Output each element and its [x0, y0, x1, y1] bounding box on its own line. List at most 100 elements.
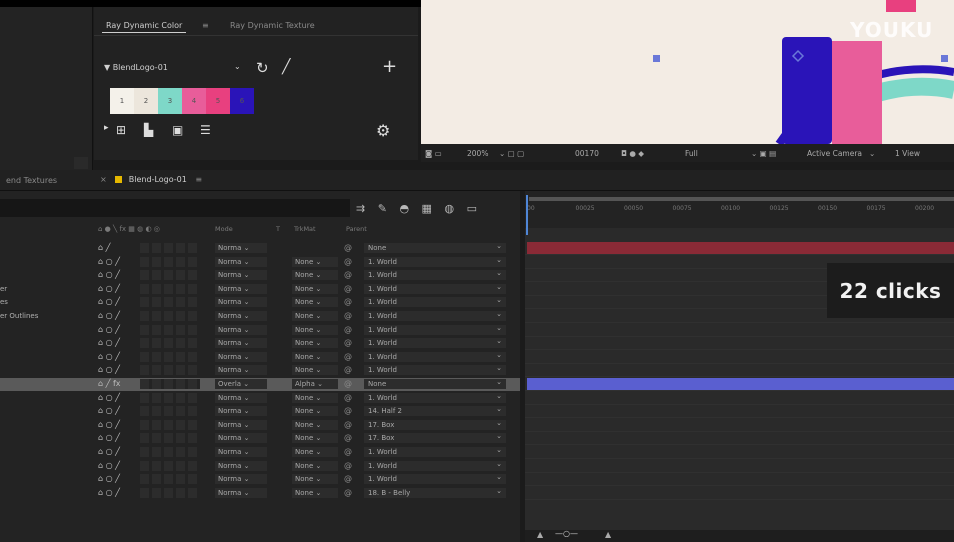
trkmat-select[interactable]: None ⌄ [292, 406, 338, 417]
tab-menu-icon[interactable]: ≡ [202, 21, 209, 30]
layer-switches[interactable]: ⌂ ○ ╱ [98, 352, 120, 361]
blend-mode-select[interactable]: Norma ⌄ [215, 460, 267, 471]
camera-chevron-icon[interactable]: ⌄ [869, 149, 875, 158]
region-icons[interactable]: ⌄ ▣ ▤ [751, 149, 776, 158]
track-row[interactable] [525, 460, 954, 473]
layer-row[interactable]: ⌂ ○ ╱ Norma ⌄ None ⌄ @17. Box [0, 431, 520, 445]
layer-switches[interactable]: ⌂ ○ ╱ [98, 365, 120, 374]
layer-switch-boxes[interactable] [140, 379, 200, 389]
parent-select[interactable]: 1. World [364, 268, 506, 281]
parent-select[interactable]: 17. Box [364, 418, 506, 430]
pick-whip-icon[interactable]: @ [344, 393, 352, 402]
trkmat-select[interactable]: None ⌄ [292, 297, 338, 308]
track-row[interactable] [525, 242, 954, 255]
blend-mode-select[interactable]: Norma ⌄ [215, 406, 267, 417]
layer-switches[interactable]: ⌂ ○ ╱ [98, 433, 120, 442]
layer-duration-bar[interactable] [527, 242, 954, 254]
track-row[interactable] [525, 432, 954, 446]
layer-row[interactable]: ⌂ ○ ╱ Norma ⌄ None ⌄ @1. World [0, 336, 520, 350]
layer-switch-boxes[interactable] [140, 311, 200, 321]
trkmat-select[interactable]: None ⌄ [292, 324, 338, 335]
trkmat-select[interactable]: None ⌄ [292, 365, 338, 376]
track-row[interactable] [525, 473, 954, 487]
timeline-zoom-slider[interactable]: ▲ —○— ▲ [525, 529, 954, 542]
resolution-select[interactable]: Full [685, 149, 698, 158]
layer-row[interactable]: ⌂ ○ ╱ Norma ⌄ None ⌄ @1. World [0, 445, 520, 459]
blend-mode-select[interactable]: Norma ⌄ [215, 243, 267, 253]
trkmat-select[interactable]: None ⌄ [292, 447, 338, 457]
zoom-handle[interactable]: —○— [555, 529, 578, 538]
search-input[interactable] [0, 199, 350, 217]
layer-name[interactable]: er [0, 285, 7, 293]
parent-select[interactable]: 1. World [364, 445, 506, 457]
layer-switches[interactable]: ⌂ ○ ╱ [98, 297, 120, 306]
parent-select[interactable]: 1. World [364, 323, 506, 335]
layer-switches[interactable]: ⌂ ○ ╱ [98, 393, 120, 402]
pick-whip-icon[interactable]: @ [344, 379, 352, 388]
layer-switches[interactable]: ⌂ ○ ╱ [98, 311, 120, 320]
track-row[interactable] [525, 446, 954, 459]
layer-switch-boxes[interactable] [140, 243, 200, 253]
layer-switches[interactable]: ⌂ ○ ╱ [98, 406, 120, 415]
close-icon[interactable]: × [100, 175, 107, 184]
layer-switches[interactable]: ⌂ ○ ╱ [98, 447, 120, 456]
layer-switch-boxes[interactable] [140, 460, 200, 471]
parent-select[interactable]: None [364, 241, 506, 253]
layer-switch-boxes[interactable] [140, 256, 200, 267]
layers-icon[interactable]: ▙ [144, 123, 153, 137]
layer-switches[interactable]: ⌂ ○ ╱ [98, 338, 120, 347]
blend-mode-select[interactable]: Norma ⌄ [215, 283, 267, 294]
layer-switch-boxes[interactable] [140, 351, 200, 362]
blend-mode-select[interactable]: Norma ⌄ [215, 447, 267, 457]
blend-mode-select[interactable]: Norma ⌄ [215, 297, 267, 308]
color-swatch[interactable]: 5 [206, 88, 230, 114]
pen-icon[interactable]: ╱ [282, 59, 290, 75]
layer-switches[interactable]: ⌂ ○ ╱ [98, 420, 120, 429]
refresh-icon[interactable]: ↻ [256, 59, 269, 77]
layer-row[interactable]: ⌂ ○ ╱ Norma ⌄ None ⌄ @1. World [0, 350, 520, 364]
layer-switch-boxes[interactable] [140, 474, 200, 485]
color-swatch[interactable]: 4 [182, 88, 206, 114]
parent-select[interactable]: 18. B - Belly [364, 486, 506, 498]
layer-switch-boxes[interactable] [140, 365, 200, 376]
layer-row[interactable]: ⌂ ○ ╱ Norma ⌄ None ⌄ @1. World [0, 459, 520, 473]
layer-switch-boxes[interactable] [140, 447, 200, 457]
track-row[interactable] [525, 324, 954, 337]
grid-icon[interactable]: ⊞ [116, 123, 126, 137]
layer-switch-boxes[interactable] [140, 338, 200, 349]
blend-mode-select[interactable]: Norma ⌄ [215, 270, 267, 281]
zoom-out-icon[interactable]: ▲ [537, 530, 543, 539]
layer-row[interactable]: er ⌂ ○ ╱ Norma ⌄ None ⌄ @1. World [0, 282, 520, 296]
blend-mode-select[interactable]: Norma ⌄ [215, 256, 267, 267]
layer-row[interactable]: ⌂ ○ ╱ Norma ⌄ None ⌄ @1. World [0, 391, 520, 405]
layer-switches[interactable]: ⌂ ╱ fx [98, 379, 121, 388]
trkmat-select[interactable]: None ⌄ [292, 338, 338, 349]
blend-mode-select[interactable]: Norma ⌄ [215, 324, 267, 335]
blend-mode-select[interactable]: Norma ⌄ [215, 474, 267, 485]
blend-mode-select[interactable]: Norma ⌄ [215, 433, 267, 444]
square-icon[interactable]: ▣ [172, 123, 183, 137]
layer-switch-boxes[interactable] [140, 433, 200, 444]
layer-row[interactable]: ⌂ ○ ╱ Norma ⌄ None ⌄ @17. Box [0, 418, 520, 432]
layer-switch-boxes[interactable] [140, 283, 200, 294]
trkmat-select[interactable]: None ⌄ [292, 433, 338, 444]
expand-arrow-icon[interactable]: ▸ [104, 123, 109, 133]
track-row[interactable] [525, 337, 954, 351]
trkmat-select[interactable]: None ⌄ [292, 419, 338, 430]
trkmat-select[interactable]: None ⌄ [292, 351, 338, 362]
blend-mode-select[interactable]: Norma ⌄ [215, 338, 267, 349]
pick-whip-icon[interactable]: @ [344, 325, 352, 334]
parent-select[interactable]: 1. World [364, 255, 506, 267]
trkmat-select[interactable]: None ⌄ [292, 283, 338, 294]
pick-whip-icon[interactable]: @ [344, 311, 352, 320]
layer-row[interactable]: ⌂ ○ ╱ Norma ⌄ None ⌄ @14. Half 2 [0, 404, 520, 418]
current-timecode[interactable]: 00170 [575, 149, 599, 158]
layer-row[interactable]: ⌂ ○ ╱ Norma ⌄ None ⌄ @1. World [0, 255, 520, 269]
layer-switches[interactable]: ⌂ ○ ╱ [98, 284, 120, 293]
frame-blend-icon[interactable]: ✎ [378, 202, 387, 215]
color-swatch[interactable]: 6 [230, 88, 254, 114]
tab-ray-dynamic-color[interactable]: Ray Dynamic Color [101, 21, 187, 33]
pick-whip-icon[interactable]: @ [344, 297, 352, 306]
viewer-tool-icons[interactable]: ◙ ▭ [425, 149, 442, 158]
layer-switches[interactable]: ⌂ ○ ╱ [98, 461, 120, 470]
